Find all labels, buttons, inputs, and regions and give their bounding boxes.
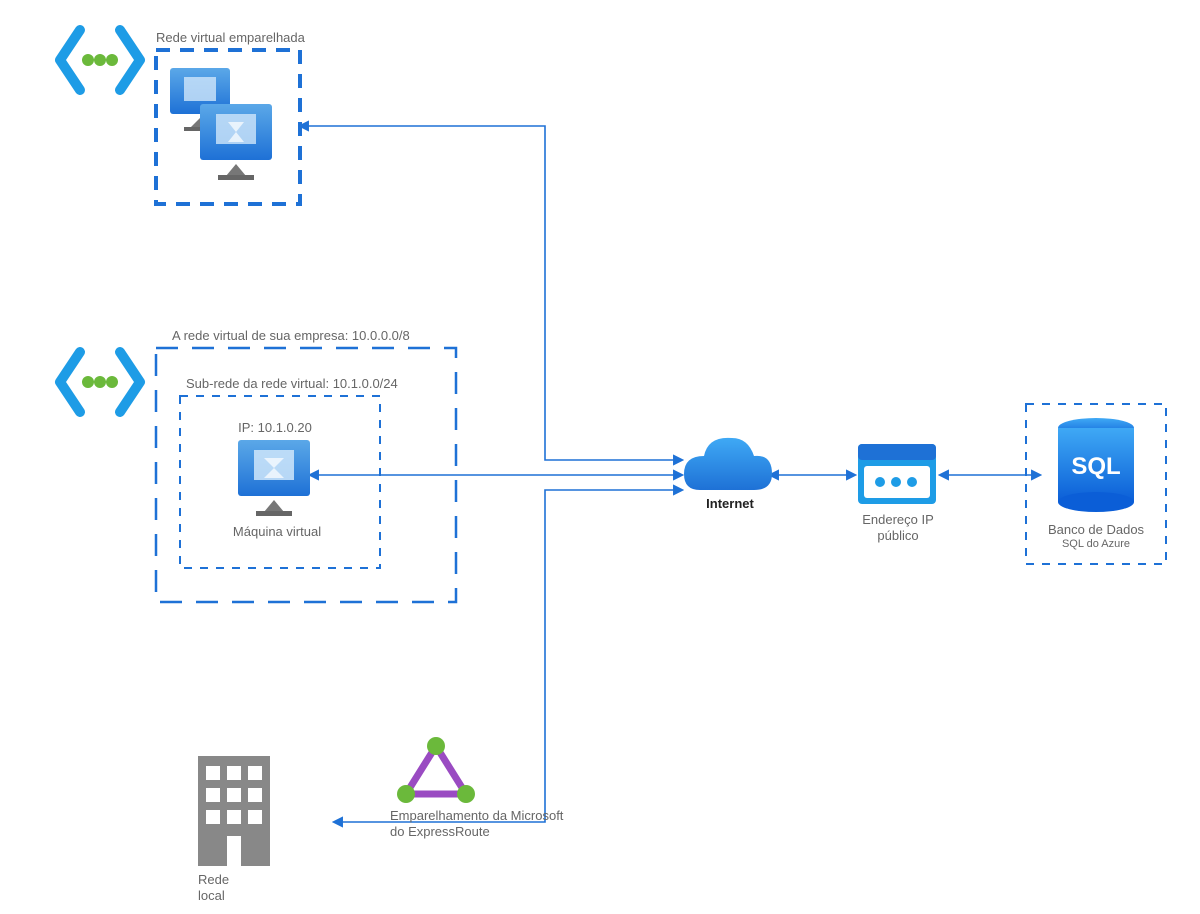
internet-label: Internet: [700, 496, 760, 511]
public-ip-icon: [858, 444, 936, 504]
onprem-label-2: local: [198, 888, 225, 903]
onprem-label-1: Rede: [198, 872, 229, 887]
sql-label-1: Banco de Dados: [1040, 522, 1152, 537]
peered-vnet-title: Rede virtual emparelhada: [156, 30, 305, 45]
vm-icon: [238, 440, 310, 516]
vnet-icon: [60, 30, 140, 90]
public-ip-label-2: público: [856, 528, 940, 543]
vm-icon: [170, 68, 272, 180]
expressroute-label-2: do ExpressRoute: [390, 824, 490, 839]
vm-label: Máquina virtual: [222, 524, 332, 539]
sql-label-2: SQL do Azure: [1040, 538, 1152, 550]
sql-icon: SQL: [1058, 418, 1134, 512]
vnet-icon: [60, 352, 140, 412]
public-ip-label-1: Endereço IP: [856, 512, 940, 527]
company-vnet-title: A rede virtual de sua empresa: 10.0.0.0/…: [172, 328, 410, 343]
svg-text:SQL: SQL: [1071, 453, 1120, 480]
vm-ip-label: IP: 10.1.0.20: [230, 420, 320, 435]
expressroute-icon: [397, 737, 475, 803]
expressroute-label-1: Emparelhamento da Microsoft: [390, 808, 563, 823]
building-icon: [198, 756, 270, 866]
subnet-title: Sub-rede da rede virtual: 10.1.0.0/24: [186, 376, 398, 391]
cloud-icon: [684, 438, 772, 490]
